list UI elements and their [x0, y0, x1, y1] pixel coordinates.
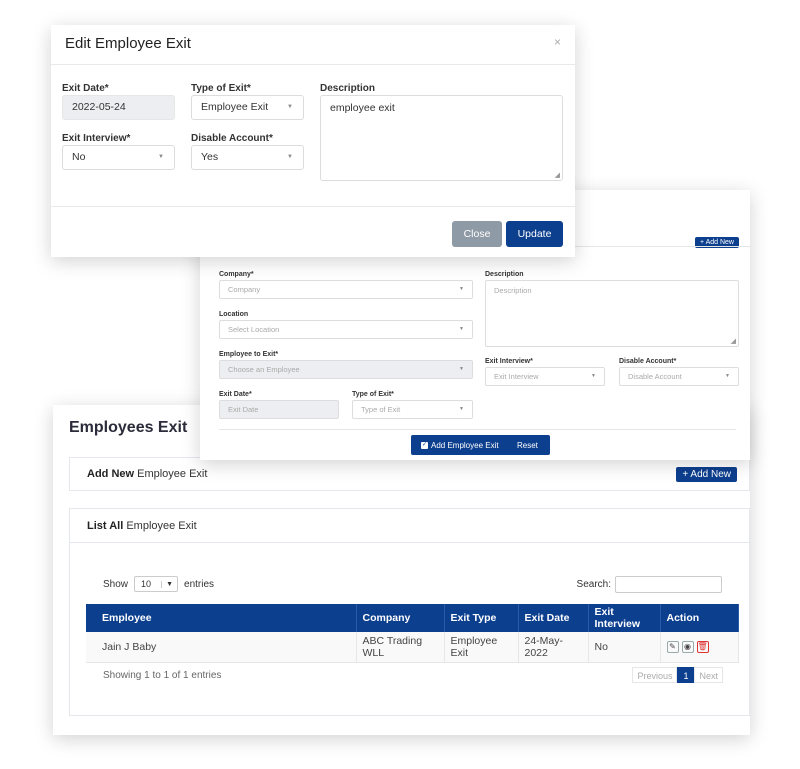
list-panel-title: List All Employee Exit	[87, 520, 197, 532]
resize-handle-icon[interactable]: ◢	[555, 171, 560, 179]
company-label: Company*	[219, 271, 254, 278]
cell-company: ABC Trading WLL	[356, 632, 445, 663]
column-header[interactable]: Employee	[86, 604, 357, 632]
description-label: Description	[320, 83, 376, 94]
column-header[interactable]: Exit Date	[518, 604, 589, 632]
pagination: Previous 1 Next	[632, 667, 723, 683]
reset-button[interactable]: Reset	[505, 435, 550, 455]
caret-down-icon: ▼	[459, 406, 464, 412]
employee-label: Employee to Exit*	[219, 351, 279, 358]
cell-exit-date: 24-May-2022	[518, 632, 589, 663]
view-eye-icon[interactable]: ◉	[681, 641, 694, 654]
caret-down-icon: ▼	[287, 154, 293, 160]
employee-exit-table: Employee Company Exit Type Exit Date Exi…	[86, 604, 739, 663]
list-all-panel: List All Employee Exit Show 10 ▼ entries…	[69, 508, 750, 716]
description-label: Description	[485, 271, 524, 278]
exit-date-input[interactable]: Exit Date	[219, 400, 339, 419]
exit-date-input[interactable]: 2022-05-24	[62, 95, 175, 120]
disable-account-label: Disable Account*	[619, 358, 677, 365]
location-select[interactable]: Select Location ▼	[219, 320, 473, 339]
column-header: Action	[660, 604, 739, 632]
column-header[interactable]: Company	[356, 604, 445, 632]
search-box: Search:	[577, 576, 722, 593]
company-select[interactable]: Company ▼	[219, 280, 473, 299]
divider	[51, 206, 575, 207]
caret-down-icon: ▼	[459, 326, 464, 332]
resize-handle-icon[interactable]: ◢	[731, 337, 736, 345]
edit-employee-exit-modal: Edit Employee Exit × Exit Date* 2022-05-…	[51, 25, 575, 257]
exit-date-label: Exit Date*	[62, 83, 109, 94]
cell-employee: Jain J Baby	[86, 632, 357, 663]
divider	[70, 542, 749, 543]
page-title: Employees Exit	[69, 419, 188, 436]
disable-account-label: Disable Account*	[191, 133, 273, 144]
update-button[interactable]: Update	[506, 221, 563, 247]
description-textarea[interactable]: employee exit ◢	[320, 95, 563, 181]
type-of-exit-select[interactable]: Employee Exit ▼	[191, 95, 304, 120]
close-button[interactable]: Close	[452, 221, 502, 247]
exit-interview-label: Exit Interview*	[62, 133, 131, 144]
delete-trash-icon[interactable]: 🗑	[696, 641, 709, 654]
cell-exit-interview: No	[588, 632, 661, 663]
add-new-button[interactable]: + Add New	[676, 467, 737, 482]
search-input[interactable]	[615, 576, 722, 593]
caret-down-icon: ▼	[591, 373, 596, 379]
caret-down-icon: ▼	[725, 373, 730, 379]
exit-interview-select[interactable]: Exit Interview ▼	[485, 367, 605, 386]
check-square-icon: ✓	[421, 441, 428, 449]
close-icon[interactable]: ×	[554, 35, 561, 49]
divider	[51, 64, 575, 65]
modal-title: Edit Employee Exit	[65, 35, 191, 52]
cell-actions: ✎ ◉ 🗑	[660, 632, 739, 663]
exit-interview-select[interactable]: No ▼	[62, 145, 175, 170]
table-info: Showing 1 to 1 of 1 entries	[103, 670, 222, 681]
type-of-exit-label: Type of Exit*	[352, 391, 394, 398]
add-employee-exit-button[interactable]: ✓ Add Employee Exit	[411, 435, 509, 455]
pager-previous[interactable]: Previous	[632, 667, 678, 683]
entries-length: Show 10 ▼ entries	[103, 576, 214, 592]
column-header[interactable]: Exit Type	[444, 604, 519, 632]
edit-icon[interactable]: ✎	[666, 641, 679, 654]
add-new-panel: Add New Employee Exit + Add New	[69, 457, 750, 491]
column-header[interactable]: Exit Interview	[588, 604, 661, 632]
exit-date-label: Exit Date*	[219, 391, 252, 398]
entries-select[interactable]: 10 ▼	[134, 576, 179, 592]
disable-account-select[interactable]: Disable Account ▼	[619, 367, 739, 386]
table-row: Jain J Baby ABC Trading WLL Employee Exi…	[86, 632, 739, 663]
divider	[219, 429, 736, 430]
employee-select[interactable]: Choose an Employee ▼	[219, 360, 473, 379]
type-of-exit-select[interactable]: Type of Exit ▼	[352, 400, 473, 419]
pager-page-1[interactable]: 1	[677, 667, 695, 683]
caret-down-icon: ▼	[459, 286, 464, 292]
caret-down-icon: ▼	[287, 104, 293, 110]
caret-down-icon: ▼	[459, 366, 464, 372]
caret-down-icon: ▼	[158, 154, 164, 160]
caret-down-icon: ▼	[161, 580, 173, 588]
description-textarea[interactable]: Description ◢	[485, 280, 739, 347]
pager-next[interactable]: Next	[694, 667, 723, 683]
location-label: Location	[219, 311, 249, 318]
cell-exit-type: Employee Exit	[444, 632, 519, 663]
exit-interview-label: Exit Interview*	[485, 358, 533, 365]
type-of-exit-label: Type of Exit*	[191, 83, 251, 94]
add-panel-title: Add New Employee Exit	[87, 468, 208, 480]
disable-account-select[interactable]: Yes ▼	[191, 145, 304, 170]
